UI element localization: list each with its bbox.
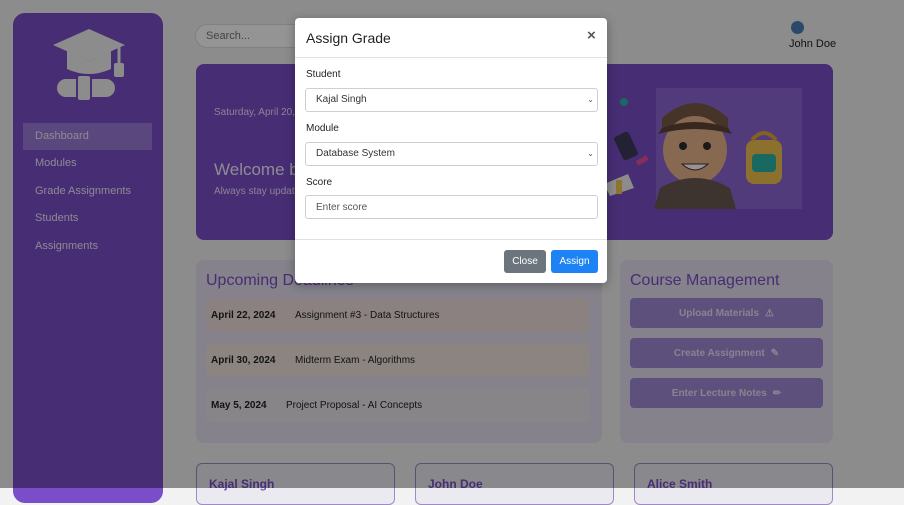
chevron-down-icon: ⌄ (587, 149, 594, 158)
close-icon[interactable]: × (587, 27, 596, 44)
module-select-value: Database System (316, 148, 395, 159)
student-select-value: Kajal Singh (316, 94, 367, 105)
module-select[interactable]: Database System ⌄ (305, 142, 598, 166)
student-select[interactable]: Kajal Singh ⌄ (305, 88, 598, 112)
score-input[interactable] (305, 195, 598, 219)
modal-title: Assign Grade (306, 30, 391, 46)
modal-footer-divider (295, 239, 607, 240)
student-label: Student (306, 69, 341, 80)
assign-grade-modal: Assign Grade × Student Kajal Singh ⌄ Mod… (295, 18, 607, 283)
modal-header-divider (295, 57, 607, 58)
assign-button[interactable]: Assign (551, 250, 598, 273)
chevron-down-icon: ⌄ (587, 95, 594, 104)
module-label: Module (306, 123, 339, 134)
close-button[interactable]: Close (504, 250, 546, 273)
score-label: Score (306, 177, 333, 188)
